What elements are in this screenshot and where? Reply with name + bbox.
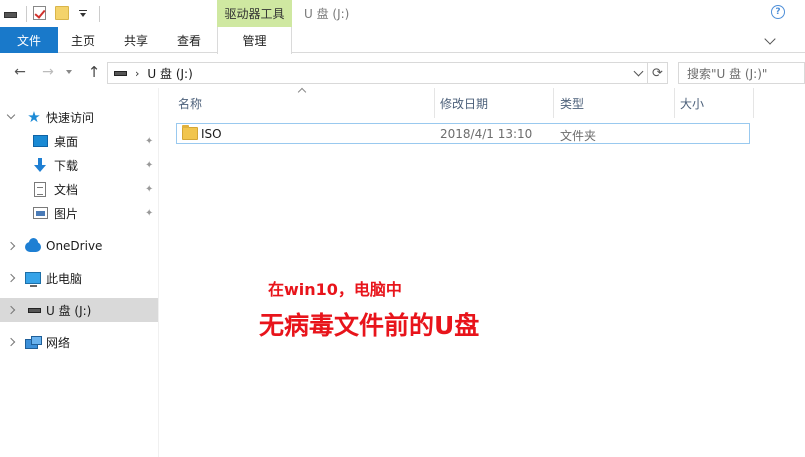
pin-icon[interactable]: ✦ bbox=[145, 161, 153, 171]
title-bar: 驱动器工具 U 盘 (J:) ? bbox=[0, 0, 805, 27]
toolbar-divider bbox=[26, 6, 27, 22]
chevron-right-icon[interactable] bbox=[6, 241, 16, 251]
navigation-pane: ★ 快速访问 桌面 ✦ 下载 ✦ 文档 ✦ 图片 ✦ OneDrive 此电脑 … bbox=[0, 88, 158, 457]
tab-share[interactable]: 共享 bbox=[108, 27, 164, 53]
tab-file[interactable]: 文件 bbox=[0, 27, 58, 53]
nav-label: 桌面 bbox=[54, 134, 79, 149]
drive-icon bbox=[114, 70, 127, 76]
search-input[interactable]: 搜索"U 盘 (J:)" bbox=[678, 62, 805, 84]
nav-label: OneDrive bbox=[46, 239, 103, 253]
document-icon bbox=[32, 181, 48, 197]
annotation-line-1: 在win10，电脑中 bbox=[268, 280, 402, 299]
column-divider[interactable] bbox=[553, 88, 554, 118]
address-dropdown-icon[interactable] bbox=[629, 63, 647, 83]
column-divider[interactable] bbox=[674, 88, 675, 118]
nav-label: 网络 bbox=[46, 335, 71, 350]
table-row[interactable]: ISO 2018/4/1 13:10 文件夹 bbox=[176, 123, 750, 144]
column-divider[interactable] bbox=[753, 88, 754, 118]
nav-desktop[interactable]: 桌面 ✦ bbox=[0, 129, 158, 153]
drive-tools-header: 驱动器工具 bbox=[217, 0, 292, 27]
file-type: 文件夹 bbox=[560, 129, 597, 143]
pin-icon[interactable]: ✦ bbox=[145, 137, 153, 147]
pin-icon[interactable]: ✦ bbox=[145, 209, 153, 219]
nav-usb-drive[interactable]: U 盘 (J:) bbox=[0, 298, 158, 322]
nav-label: 下载 bbox=[54, 158, 79, 173]
drive-icon bbox=[4, 6, 20, 22]
column-header-date[interactable]: 修改日期 bbox=[440, 88, 488, 118]
computer-icon bbox=[25, 270, 41, 287]
sort-ascending-icon bbox=[297, 87, 307, 97]
breadcrumb-drive[interactable]: U 盘 (J:) bbox=[147, 65, 192, 82]
recent-locations-icon[interactable] bbox=[64, 64, 74, 80]
pane-divider[interactable] bbox=[158, 88, 159, 457]
up-arrow-icon[interactable]: ↑ bbox=[86, 63, 102, 81]
window-title: U 盘 (J:) bbox=[304, 7, 350, 21]
file-list: 名称 修改日期 类型 大小 ISO 2018/4/1 13:10 文件夹 bbox=[160, 87, 805, 457]
cloud-icon bbox=[25, 238, 41, 254]
quick-access-toolbar bbox=[4, 4, 100, 24]
network-icon bbox=[25, 334, 42, 350]
column-header-name[interactable]: 名称 bbox=[178, 88, 202, 118]
pictures-icon bbox=[32, 205, 48, 221]
nav-this-pc[interactable]: 此电脑 bbox=[0, 266, 158, 290]
star-icon: ★ bbox=[27, 108, 41, 126]
annotation-line-2: 无病毒文件前的U盘 bbox=[259, 311, 480, 340]
pin-icon[interactable]: ✦ bbox=[145, 185, 153, 195]
refresh-icon[interactable]: ⟳ bbox=[648, 62, 668, 84]
chevron-right-icon[interactable] bbox=[6, 305, 16, 315]
nav-pictures[interactable]: 图片 ✦ bbox=[0, 201, 158, 225]
nav-label: 文档 bbox=[54, 182, 79, 197]
chevron-down-icon[interactable] bbox=[6, 110, 16, 120]
forward-arrow-icon[interactable]: → bbox=[40, 64, 56, 80]
tab-manage[interactable]: 管理 bbox=[217, 27, 292, 54]
nav-label: 图片 bbox=[54, 206, 79, 221]
desktop-icon bbox=[32, 133, 48, 149]
nav-label: 快速访问 bbox=[46, 110, 95, 125]
download-icon bbox=[32, 157, 48, 173]
customize-toolbar-icon[interactable] bbox=[77, 6, 93, 22]
ribbon-tabs: 文件 主页 共享 查看 管理 bbox=[0, 27, 805, 54]
properties-icon[interactable] bbox=[33, 6, 49, 22]
back-arrow-icon[interactable]: ← bbox=[12, 64, 28, 80]
nav-label: 此电脑 bbox=[46, 271, 83, 286]
tab-home[interactable]: 主页 bbox=[58, 27, 108, 53]
column-divider[interactable] bbox=[434, 88, 435, 118]
usb-drive-icon bbox=[26, 302, 42, 318]
chevron-right-icon[interactable]: › bbox=[135, 67, 139, 80]
help-icon[interactable]: ? bbox=[771, 5, 785, 19]
address-bar[interactable]: › U 盘 (J:) bbox=[107, 62, 648, 84]
expand-ribbon-icon[interactable] bbox=[764, 33, 776, 45]
toolbar-divider bbox=[99, 6, 100, 22]
nav-onedrive[interactable]: OneDrive bbox=[0, 234, 158, 258]
column-header-size[interactable]: 大小 bbox=[680, 88, 704, 118]
chevron-right-icon[interactable] bbox=[6, 273, 16, 283]
tab-view[interactable]: 查看 bbox=[164, 27, 214, 53]
nav-network[interactable]: 网络 bbox=[0, 330, 158, 354]
nav-downloads[interactable]: 下载 ✦ bbox=[0, 153, 158, 177]
folder-icon bbox=[182, 125, 198, 140]
column-header-type[interactable]: 类型 bbox=[560, 88, 584, 118]
nav-label: U 盘 (J:) bbox=[46, 303, 92, 318]
chevron-right-icon[interactable] bbox=[6, 337, 16, 347]
nav-documents[interactable]: 文档 ✦ bbox=[0, 177, 158, 201]
file-date: 2018/4/1 13:10 bbox=[440, 127, 533, 141]
nav-quick-access[interactable]: ★ 快速访问 bbox=[0, 105, 158, 129]
address-row: ← → ↑ › U 盘 (J:) ⟳ 搜索"U 盘 (J:)" bbox=[0, 56, 805, 88]
file-name: ISO bbox=[201, 127, 222, 141]
new-folder-icon[interactable] bbox=[55, 6, 71, 22]
